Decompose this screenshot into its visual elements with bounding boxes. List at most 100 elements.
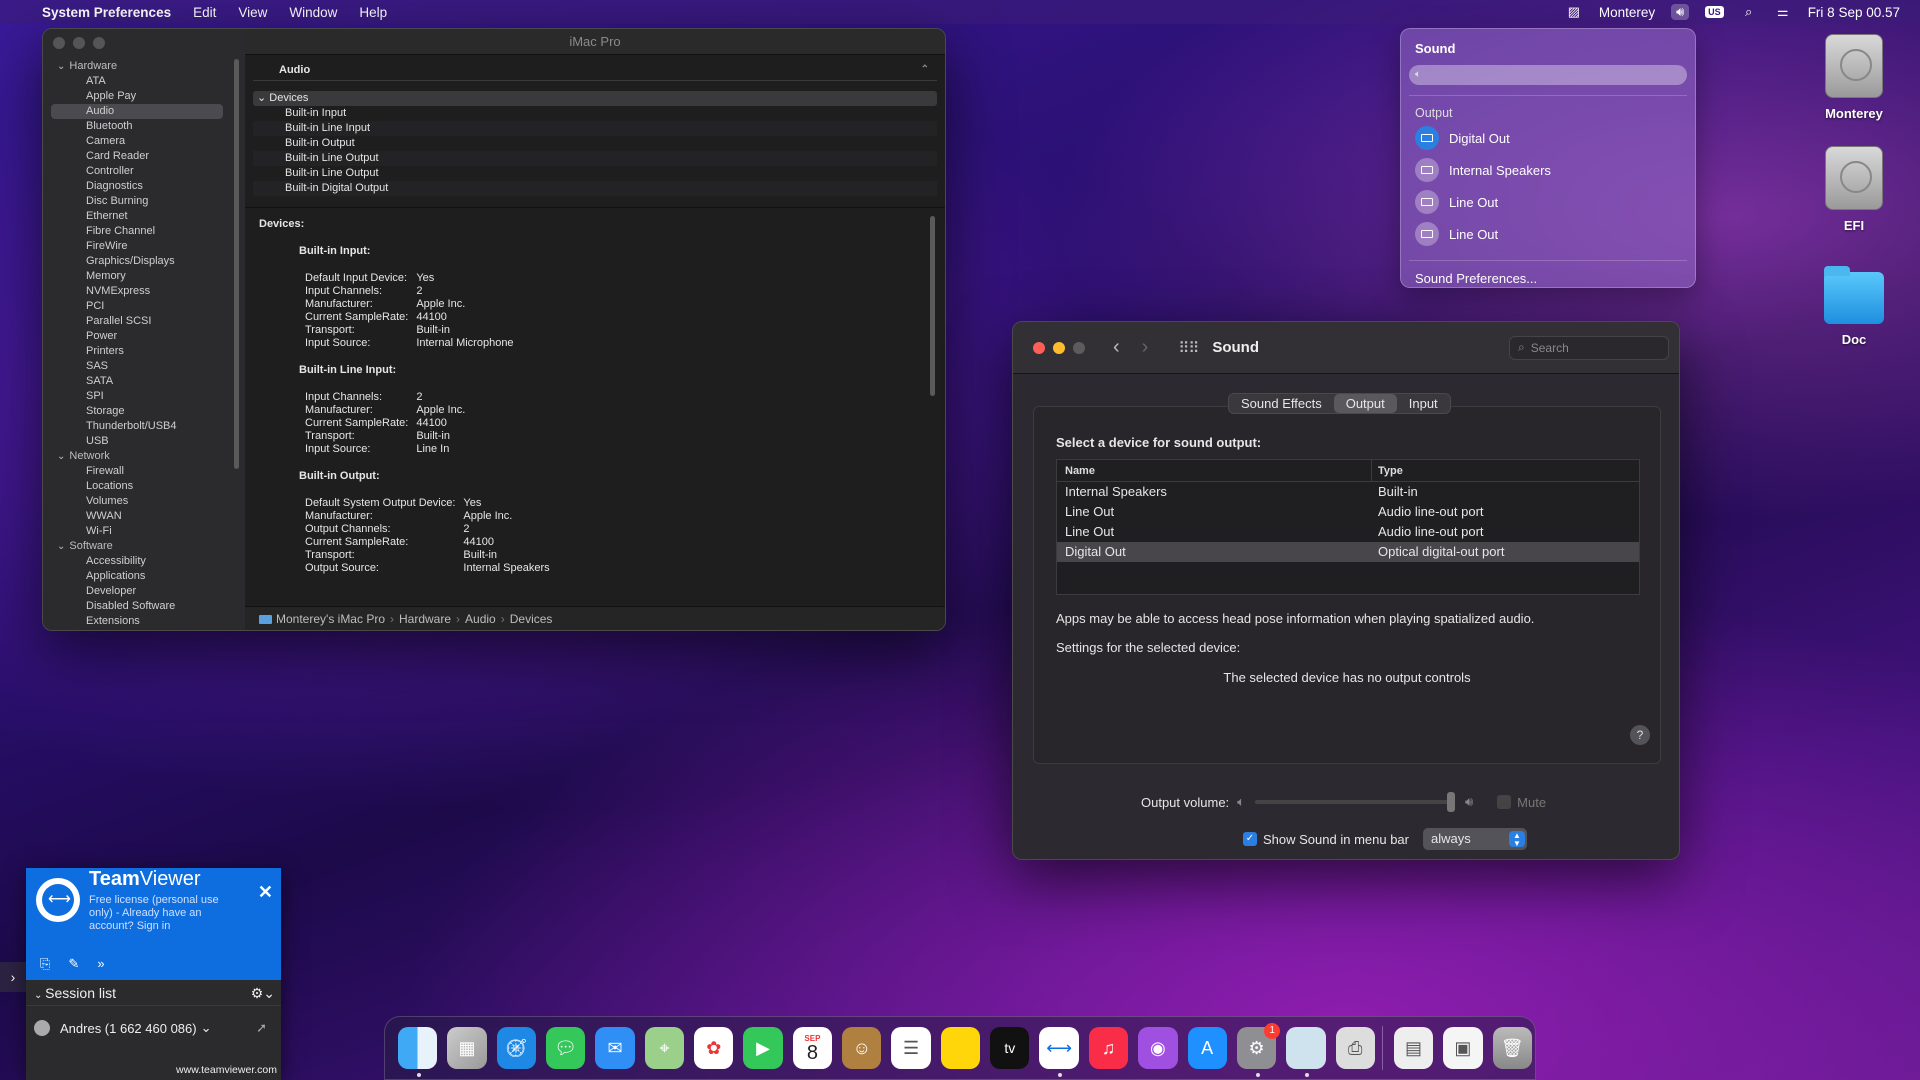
- sidebar-item[interactable]: Memory: [43, 269, 245, 284]
- close-button[interactable]: [53, 37, 65, 49]
- dock-reminders-icon[interactable]: ☰: [891, 1027, 931, 1069]
- dock-maps-icon[interactable]: ⌖: [644, 1027, 685, 1069]
- teamviewer-url[interactable]: www.teamviewer.com: [176, 1064, 277, 1076]
- sidebar-item[interactable]: Ethernet: [43, 209, 245, 224]
- sidebar-item[interactable]: Printers: [43, 344, 245, 359]
- sidebar-item[interactable]: Controller: [43, 164, 245, 179]
- menubar-visibility-select[interactable]: always ▲ ▼: [1422, 828, 1527, 850]
- tab-sound-effects[interactable]: Sound Effects: [1229, 394, 1334, 413]
- chevron-down-icon[interactable]: ⌄: [201, 1020, 212, 1036]
- app-menu[interactable]: System Preferences: [42, 5, 171, 20]
- control-center-icon[interactable]: ⚌: [1774, 4, 1792, 20]
- sidebar-item[interactable]: Locations: [43, 479, 245, 494]
- gear-icon[interactable]: ⚙⌄: [251, 980, 275, 1006]
- dock-preview-icon[interactable]: [1286, 1027, 1326, 1077]
- minimize-button[interactable]: [73, 37, 85, 49]
- sidebar-item[interactable]: Firewall: [43, 464, 245, 479]
- show-in-menubar-checkbox[interactable]: ✓: [1243, 832, 1257, 846]
- sidebar-scrollbar[interactable]: [234, 59, 239, 469]
- desktop-icon-efi[interactable]: EFI: [1804, 146, 1904, 233]
- spotlight-search-icon[interactable]: ⌕: [1740, 4, 1758, 20]
- dock-safari-icon[interactable]: 🧭︎: [496, 1027, 537, 1069]
- tab-output[interactable]: Output: [1333, 394, 1397, 413]
- sidebar-item[interactable]: Power: [43, 329, 245, 344]
- dock-screenshot-icon[interactable]: ▣: [1443, 1027, 1483, 1069]
- dock-mail-icon[interactable]: ✉: [595, 1027, 635, 1069]
- input-source-icon[interactable]: US: [1705, 6, 1724, 18]
- sidebar-item[interactable]: SPI: [43, 389, 245, 404]
- sidebar-item[interactable]: Bluetooth: [43, 119, 245, 134]
- teamviewer-expand-icon[interactable]: ›: [0, 962, 26, 992]
- output-volume-slider[interactable]: [1254, 792, 1455, 812]
- activity-monitor-icon[interactable]: ▨: [1565, 4, 1583, 20]
- device-row[interactable]: Built-in Line Output: [253, 166, 937, 181]
- dock-launchpad-icon[interactable]: ▦: [447, 1027, 487, 1069]
- column-header-name[interactable]: Name: [1057, 460, 1372, 481]
- pen-icon[interactable]: ✎: [68, 956, 79, 972]
- sidebar-item[interactable]: SATA: [43, 374, 245, 389]
- sidebar-item[interactable]: Diagnostics: [43, 179, 245, 194]
- menubar-user[interactable]: Monterey: [1599, 5, 1655, 20]
- sidebar-item[interactable]: FireWire: [43, 239, 245, 254]
- sidebar-item[interactable]: Developer: [43, 584, 245, 599]
- close-icon[interactable]: ✕: [258, 882, 273, 903]
- dock-facetime-icon[interactable]: ▶: [743, 1027, 783, 1069]
- path-item[interactable]: Devices: [510, 612, 553, 626]
- table-row[interactable]: Line Out Audio line-out port: [1057, 502, 1639, 522]
- sidebar-group-hardware[interactable]: Hardware: [43, 59, 245, 74]
- tab-input[interactable]: Input: [1397, 394, 1450, 413]
- forward-button[interactable]: ›: [1142, 336, 1149, 359]
- volume-icon[interactable]: 🔊︎: [1671, 4, 1690, 20]
- sidebar-item[interactable]: Storage: [43, 404, 245, 419]
- sidebar-item[interactable]: Wi-Fi: [43, 524, 245, 539]
- section-header[interactable]: Audio ⌃: [253, 59, 937, 81]
- sidebar-group-software[interactable]: Software: [43, 539, 245, 554]
- dock-apple-tv-icon[interactable]: tv: [990, 1027, 1030, 1069]
- column-header-type[interactable]: Type: [1372, 460, 1403, 481]
- pointer-icon[interactable]: ➚: [256, 1020, 267, 1036]
- help-button[interactable]: ?: [1630, 725, 1650, 745]
- sidebar-item[interactable]: ATA: [43, 74, 245, 89]
- dock-system-preferences-icon[interactable]: ⚙ 1: [1236, 1023, 1281, 1077]
- dock-teamviewer-icon[interactable]: ⟷: [1039, 1027, 1079, 1077]
- sidebar-group-network[interactable]: Network: [43, 449, 245, 464]
- session-list-header[interactable]: ⌄ Session list ⚙⌄: [26, 980, 281, 1006]
- device-row[interactable]: Built-in Line Input: [253, 121, 937, 136]
- dock-printer-icon[interactable]: ⎙: [1335, 1027, 1375, 1069]
- dock-calendar-icon[interactable]: SEP 8: [792, 1027, 833, 1069]
- session-user-row[interactable]: Andres (1 662 460 086) ⌄ ➚: [26, 1006, 281, 1050]
- mute-checkbox[interactable]: Mute: [1497, 795, 1546, 810]
- path-item[interactable]: Monterey's iMac Pro: [276, 612, 385, 626]
- desktop-icon-doc[interactable]: Doc: [1804, 266, 1904, 347]
- sidebar-item[interactable]: Parallel SCSI: [43, 314, 245, 329]
- dock-notes-icon[interactable]: [940, 1027, 981, 1069]
- volume-slider[interactable]: 🔈︎: [1409, 65, 1687, 85]
- sort-caret-icon[interactable]: ⌃: [921, 59, 929, 81]
- license-text[interactable]: Free license (personal use only) - Alrea…: [89, 894, 239, 933]
- menu-edit[interactable]: Edit: [193, 5, 216, 20]
- expand-icon[interactable]: »: [97, 956, 104, 972]
- output-volume-thumb[interactable]: [1446, 792, 1455, 812]
- dock-document-icon[interactable]: ▤: [1393, 1027, 1434, 1069]
- menu-view[interactable]: View: [238, 5, 267, 20]
- table-row[interactable]: Internal Speakers Built-in: [1057, 482, 1639, 502]
- sidebar-item[interactable]: Accessibility: [43, 554, 245, 569]
- path-item[interactable]: Audio: [465, 612, 496, 626]
- device-row[interactable]: Built-in Line Output: [253, 151, 937, 166]
- device-row[interactable]: Built-in Digital Output: [253, 181, 937, 196]
- sidebar-item-audio[interactable]: Audio: [51, 104, 223, 119]
- dock-photos-icon[interactable]: ✿: [694, 1027, 734, 1069]
- dock-podcasts-icon[interactable]: ◉: [1138, 1027, 1178, 1069]
- output-device-digital-out[interactable]: Digital Out: [1415, 122, 1681, 154]
- sidebar-item[interactable]: Applications: [43, 569, 245, 584]
- sidebar-item[interactable]: Graphics/Displays: [43, 254, 245, 269]
- mute-checkbox-box[interactable]: [1497, 795, 1512, 809]
- path-item[interactable]: Hardware: [399, 612, 451, 626]
- desktop-icon-monterey[interactable]: Monterey: [1804, 34, 1904, 121]
- menu-window[interactable]: Window: [289, 5, 337, 20]
- sidebar-item[interactable]: SAS: [43, 359, 245, 374]
- search-field[interactable]: ⌕ Search: [1509, 335, 1669, 360]
- close-button[interactable]: [1033, 341, 1045, 354]
- minimize-button[interactable]: [1053, 341, 1065, 354]
- sidebar-item[interactable]: Extensions: [43, 614, 245, 629]
